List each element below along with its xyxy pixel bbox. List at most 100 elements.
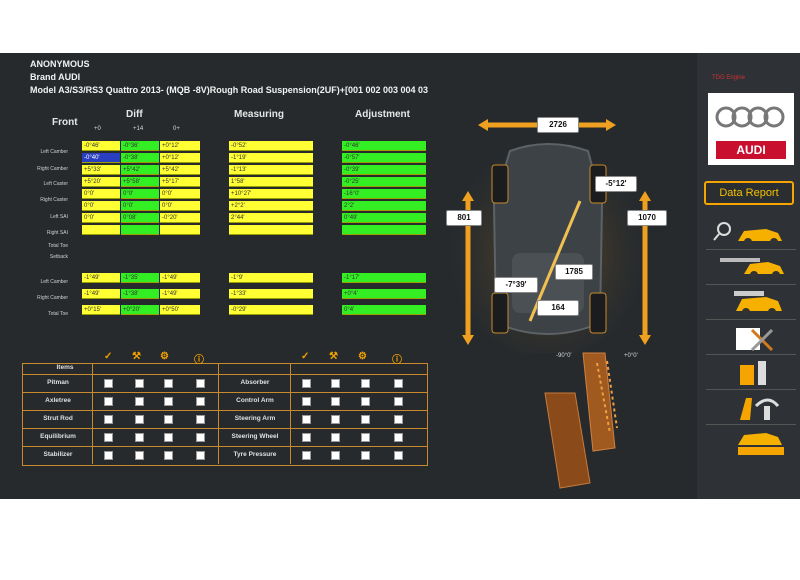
- steering-lock-icon[interactable]: [706, 357, 796, 390]
- checkbox[interactable]: [361, 415, 370, 424]
- checkbox[interactable]: [135, 415, 144, 424]
- measuring-cell: +2°2': [229, 201, 313, 211]
- checkbox[interactable]: [164, 379, 173, 388]
- checkbox[interactable]: [302, 379, 311, 388]
- data-report-button[interactable]: Data Report: [704, 181, 794, 205]
- diff-cell[interactable]: 0°0': [121, 189, 159, 199]
- checkbox[interactable]: [104, 451, 113, 460]
- diff-cell[interactable]: -0°20': [160, 213, 200, 223]
- checkbox[interactable]: [164, 433, 173, 442]
- checkbox[interactable]: [302, 415, 311, 424]
- diff-cell[interactable]: 0°0': [82, 213, 120, 223]
- adjustment-cell: 0°4': [342, 305, 426, 315]
- adjustment-cell: -0°25': [342, 177, 426, 187]
- checkbox[interactable]: [164, 415, 173, 424]
- checkbox[interactable]: [104, 415, 113, 424]
- vehicle-brand: Brand AUDI: [30, 72, 81, 82]
- checkbox[interactable]: [331, 397, 340, 406]
- checkbox[interactable]: [135, 379, 144, 388]
- checkbox[interactable]: [196, 379, 205, 388]
- diff-cell[interactable]: +5°42': [121, 165, 159, 175]
- checkbox[interactable]: [302, 433, 311, 442]
- diff-col-header: 0+: [173, 126, 180, 132]
- diff-cell[interactable]: +5°17': [160, 177, 200, 187]
- diff-cell[interactable]: -1°38': [121, 289, 159, 299]
- adjustment-cell: -0°39': [342, 165, 426, 175]
- diff-cell[interactable]: [121, 225, 159, 235]
- diff-cell-selected[interactable]: -0°40': [82, 153, 120, 163]
- diff-cell[interactable]: 0°0': [82, 201, 120, 211]
- gear-icon: ⚙: [358, 351, 367, 362]
- wrench-tools-icon[interactable]: [706, 322, 796, 355]
- checkbox[interactable]: [302, 397, 311, 406]
- car-lift-icon[interactable]: [706, 252, 796, 285]
- diff-cell[interactable]: +0°12': [160, 153, 200, 163]
- audi-rings-logo: [715, 106, 785, 128]
- measuring-cell: -1°19': [229, 153, 313, 163]
- checkbox[interactable]: [331, 451, 340, 460]
- checkbox[interactable]: [135, 433, 144, 442]
- checkbox[interactable]: [196, 451, 205, 460]
- checkbox[interactable]: [394, 451, 403, 460]
- checkbox[interactable]: [104, 397, 113, 406]
- diff-cell[interactable]: [160, 225, 200, 235]
- diff-cell[interactable]: +0°20': [121, 305, 159, 315]
- checkbox[interactable]: [164, 451, 173, 460]
- diff-cell[interactable]: +0°12': [160, 141, 200, 151]
- diff-cell[interactable]: +0°15': [82, 305, 120, 315]
- diff-cell[interactable]: -1°49': [160, 289, 200, 299]
- car-height-icon[interactable]: [706, 287, 796, 320]
- diff-cell[interactable]: [82, 225, 120, 235]
- checkbox[interactable]: [331, 433, 340, 442]
- diff-cell[interactable]: +0°50': [160, 305, 200, 315]
- checkbox[interactable]: [196, 397, 205, 406]
- diff-cell[interactable]: -1°35': [121, 273, 159, 283]
- diff-cell[interactable]: +5°58': [121, 177, 159, 187]
- wrench-icon: ⚒: [132, 351, 141, 362]
- diff-cell[interactable]: -0°36': [121, 141, 159, 151]
- checkbox[interactable]: [394, 415, 403, 424]
- car-lift-up-icon[interactable]: [706, 427, 796, 459]
- diff-cell[interactable]: +5°20': [82, 177, 120, 187]
- diff-cell[interactable]: -1°49': [82, 289, 120, 299]
- checkbox[interactable]: [361, 433, 370, 442]
- diff-cell[interactable]: -0°38': [121, 153, 159, 163]
- checkbox[interactable]: [135, 451, 144, 460]
- diagonal-value: 1785: [555, 264, 593, 280]
- vehicle-search-icon[interactable]: [706, 217, 796, 250]
- checkbox[interactable]: [394, 379, 403, 388]
- checkbox[interactable]: [361, 451, 370, 460]
- checkbox[interactable]: [361, 379, 370, 388]
- diff-cell[interactable]: 0°0': [160, 201, 200, 211]
- checkbox[interactable]: [302, 451, 311, 460]
- diff-cell[interactable]: 0°0': [82, 189, 120, 199]
- diff-cell[interactable]: -1°49': [160, 273, 200, 283]
- rear-track-value: 164: [537, 300, 579, 316]
- diff-cell[interactable]: 0°0': [160, 189, 200, 199]
- row-label: Total Toe: [48, 311, 68, 317]
- checkbox[interactable]: [361, 397, 370, 406]
- checkbox[interactable]: [331, 379, 340, 388]
- checkbox[interactable]: [104, 379, 113, 388]
- brake-pedal-icon[interactable]: [706, 392, 796, 425]
- checkbox[interactable]: [164, 397, 173, 406]
- checkbox[interactable]: [331, 415, 340, 424]
- diff-cell[interactable]: -1°49': [82, 273, 120, 283]
- info-icon: ⓘ: [194, 355, 204, 366]
- adjustment-cell: -0°46': [342, 141, 426, 151]
- setback-value: -5°12': [595, 176, 637, 192]
- measuring-cell: -0°29': [229, 305, 313, 315]
- diff-cell[interactable]: +5°33': [82, 165, 120, 175]
- diff-cell[interactable]: -0°46': [82, 141, 120, 151]
- diff-col-header: +0: [94, 126, 101, 132]
- checkbox[interactable]: [394, 397, 403, 406]
- diff-cell[interactable]: +5°42': [160, 165, 200, 175]
- checkbox[interactable]: [196, 433, 205, 442]
- checkbox[interactable]: [135, 397, 144, 406]
- checklist-item: Axletree: [45, 397, 71, 404]
- diff-cell[interactable]: 0°08': [121, 213, 159, 223]
- checkbox[interactable]: [104, 433, 113, 442]
- checkbox[interactable]: [196, 415, 205, 424]
- checkbox[interactable]: [394, 433, 403, 442]
- diff-cell[interactable]: 0°0': [121, 201, 159, 211]
